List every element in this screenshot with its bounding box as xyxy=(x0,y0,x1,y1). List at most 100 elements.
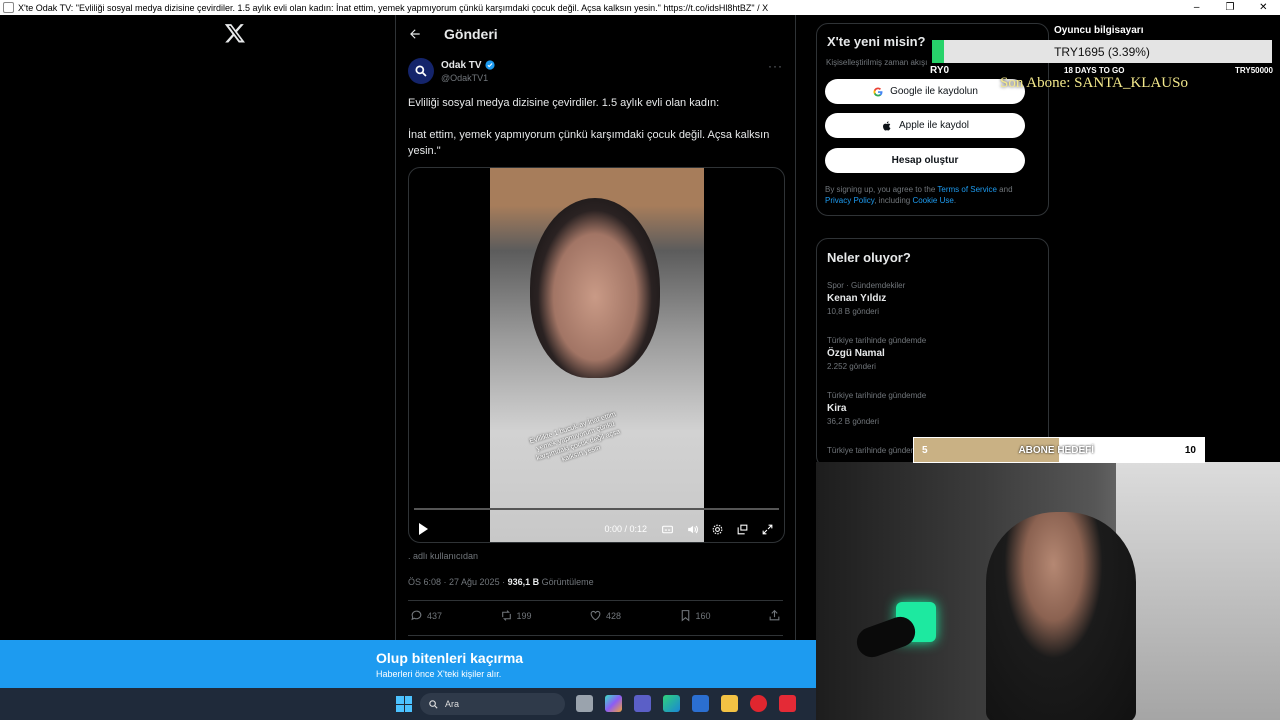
overlay-donation-fill xyxy=(932,40,944,63)
taskbar: Ara xyxy=(0,688,816,720)
apple-icon xyxy=(882,120,891,131)
video-caption: Evlilikte 1 bucuk ay İnat ettim yemek ya… xyxy=(528,410,622,464)
author-name[interactable]: Odak TV xyxy=(441,60,482,71)
post-meta: ÖS 6:08 · 27 Ağu 2025 · 936,1 B Görüntül… xyxy=(408,577,594,587)
google-signup-label: Google ile kaydolun xyxy=(890,86,978,97)
video-player[interactable]: Evlilikte 1 bucuk ay İnat ettim yemek ya… xyxy=(408,167,785,543)
bookmark-button[interactable]: 160 xyxy=(679,609,711,622)
privacy-policy-link[interactable]: Privacy Policy xyxy=(825,196,874,205)
captions-icon[interactable] xyxy=(661,523,674,536)
video-person xyxy=(530,198,660,378)
trend-category: Türkiye tarihinde gündemde xyxy=(827,446,927,455)
search-logo-icon xyxy=(415,65,427,77)
overlay-sub-goal: 5 ABONE HEDEFİ 10 xyxy=(913,437,1205,463)
trend-item[interactable]: Türkiye tarihinde gündemde xyxy=(827,446,926,455)
share-button[interactable] xyxy=(768,609,785,622)
video-controls: 0:00 / 0:12 xyxy=(409,518,784,540)
settings-gear-icon[interactable] xyxy=(711,523,724,536)
trend-category: Spor · Gündemdekiler xyxy=(827,281,906,290)
terms-of-service-link[interactable]: Terms of Service xyxy=(937,185,997,194)
overlay-goal-min: 5 xyxy=(922,444,928,456)
trend-item[interactable]: Türkiye tarihinde gündemde Kira 36,2 B g… xyxy=(827,391,926,426)
window-titlebar: X'te Odak TV: "Evliliği sosyal medya diz… xyxy=(0,0,1280,15)
minimize-button[interactable]: – xyxy=(1184,2,1210,13)
maximize-button[interactable]: ❐ xyxy=(1217,2,1243,13)
cookie-use-link[interactable]: Cookie Use xyxy=(912,196,953,205)
overlay-last-subscriber: Son Abone: SANTA_KLAUSo xyxy=(1000,75,1188,91)
tweet-text: Evliliği sosyal medya dizisine çevirdile… xyxy=(408,95,788,175)
google-icon xyxy=(873,87,883,96)
file-explorer-icon[interactable] xyxy=(721,695,738,712)
fullscreen-icon[interactable] xyxy=(761,523,774,536)
window-title: X'te Odak TV: "Evliliği sosyal medya diz… xyxy=(18,2,769,13)
wps-office-icon[interactable] xyxy=(779,695,796,712)
taskbar-search[interactable]: Ara xyxy=(420,693,565,715)
pip-icon[interactable] xyxy=(736,523,749,536)
signup-subtitle: Kişiselleştirilmiş zaman akışı xyxy=(826,58,928,67)
opera-icon[interactable] xyxy=(750,695,767,712)
post-author[interactable]: Odak TV @OdakTV1 xyxy=(408,58,495,84)
windows-start-icon[interactable] xyxy=(396,696,412,712)
apple-signup-button[interactable]: Apple ile kaydol xyxy=(825,113,1025,138)
from-user-note[interactable]: . adlı kullanıcıdan xyxy=(408,551,478,561)
like-button[interactable]: 428 xyxy=(589,609,621,622)
heart-icon xyxy=(590,610,601,621)
video-time: 0:00 / 0:12 xyxy=(604,524,647,534)
signup-title: X'te yeni misin? xyxy=(827,34,926,49)
video-frame[interactable]: Evlilikte 1 bucuk ay İnat ettim yemek ya… xyxy=(490,168,704,542)
author-handle[interactable]: @OdakTV1 xyxy=(441,73,495,83)
post-header: Gönderi xyxy=(396,15,795,52)
trend-count: 36,2 B gönderi xyxy=(827,417,880,426)
copilot-icon[interactable] xyxy=(605,695,622,712)
overlay-right-label: TRY50000 xyxy=(1235,66,1273,75)
trend-count: 2.252 gönderi xyxy=(827,362,876,371)
close-button[interactable]: ✕ xyxy=(1250,2,1276,13)
trend-category: Türkiye tarihinde gündemde xyxy=(827,391,927,400)
video-progress-bar[interactable] xyxy=(414,508,779,510)
trend-item[interactable]: Spor · Gündemdekiler Kenan Yıldız 10,8 B… xyxy=(827,281,905,316)
back-arrow-icon[interactable] xyxy=(408,27,422,41)
tweet-text-line2: İnat ettim, yemek yapmıyorum çünkü karşı… xyxy=(408,129,770,157)
repost-icon xyxy=(501,610,511,621)
x-logo-icon[interactable] xyxy=(224,22,246,44)
volume-icon[interactable] xyxy=(686,523,699,536)
store-icon[interactable] xyxy=(692,695,709,712)
overlay-donation-bar: TRY1695 (3.39%) xyxy=(932,40,1272,63)
trend-name: Özgü Namal xyxy=(827,348,885,359)
overlay-donation-text: TRY1695 (3.39%) xyxy=(1054,44,1150,59)
window-controls: – ❐ ✕ xyxy=(1180,2,1280,13)
task-view-icon[interactable] xyxy=(576,695,593,712)
trend-item[interactable]: Türkiye tarihinde gündemde Özgü Namal 2.… xyxy=(827,336,926,371)
terms-text: , including xyxy=(874,196,913,205)
trend-count: 10,8 B gönderi xyxy=(827,307,880,316)
trend-name: Kenan Yıldız xyxy=(827,293,887,304)
google-signup-button[interactable]: Google ile kaydolun xyxy=(825,79,1025,104)
page-title: Gönderi xyxy=(444,25,498,42)
webcam-person xyxy=(986,512,1136,720)
teams-icon[interactable] xyxy=(634,695,651,712)
webcam-wall xyxy=(1116,462,1280,720)
divider xyxy=(408,600,783,601)
create-account-button[interactable]: Hesap oluştur xyxy=(825,148,1025,173)
edge-icon[interactable] xyxy=(663,695,680,712)
play-icon[interactable] xyxy=(419,523,428,535)
overlay-goal-max: 10 xyxy=(1184,444,1196,456)
webcam-feed xyxy=(816,462,1280,720)
apple-signup-label: Apple ile kaydol xyxy=(898,120,970,131)
verified-badge-icon xyxy=(484,60,495,70)
repost-button[interactable]: 199 xyxy=(500,609,532,622)
more-options-icon[interactable]: ··· xyxy=(768,59,783,73)
post-actions: 437 199 428 160 xyxy=(410,609,785,622)
reply-button[interactable]: 437 xyxy=(410,609,442,622)
signup-banner[interactable]: Olup bitenleri kaçırma Haberleri önce X'… xyxy=(0,640,816,688)
like-count: 428 xyxy=(606,610,622,621)
terms-text: . xyxy=(953,196,957,205)
terms-text: By signing up, you agree to the xyxy=(825,185,938,194)
bookmark-count: 160 xyxy=(695,610,711,621)
reply-icon xyxy=(411,610,422,621)
avatar[interactable] xyxy=(408,58,434,84)
views-label: Görüntüleme xyxy=(539,577,594,587)
post-timestamp[interactable]: ÖS 6:08 · 27 Ağu 2025 · xyxy=(408,577,508,587)
taskbar-apps xyxy=(576,695,808,712)
repost-count: 199 xyxy=(516,610,532,621)
